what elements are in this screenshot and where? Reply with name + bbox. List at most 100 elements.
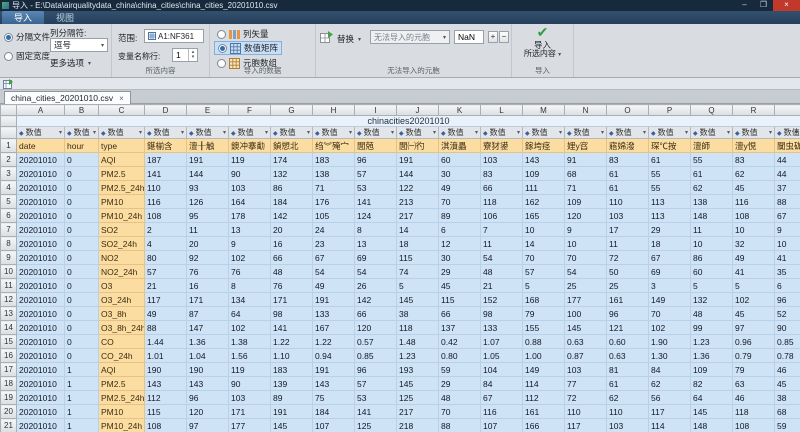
cell[interactable]: 83 xyxy=(607,153,649,167)
cell[interactable]: 142 xyxy=(271,209,313,223)
cell[interactable]: 0 xyxy=(65,349,99,363)
cell[interactable]: 145 xyxy=(397,377,439,391)
cell[interactable]: 142 xyxy=(355,293,397,307)
replace-value-input[interactable]: NaN xyxy=(454,30,484,44)
cell[interactable]: 103 xyxy=(229,181,271,195)
replace-dropdown[interactable]: 替换 ▾ xyxy=(337,33,361,45)
cell[interactable]: 49 xyxy=(439,181,481,195)
cell[interactable]: 171 xyxy=(229,405,271,419)
cell[interactable]: 178 xyxy=(229,209,271,223)
row-header[interactable]: 14 xyxy=(1,321,17,335)
column-header[interactable]: L xyxy=(481,105,523,116)
cell[interactable]: 娌у窞 xyxy=(565,139,607,153)
cell[interactable]: 66 xyxy=(355,307,397,321)
cell[interactable]: 1.36 xyxy=(187,335,229,349)
cell[interactable]: NO2_24h xyxy=(99,265,145,279)
cell[interactable]: 120 xyxy=(187,405,229,419)
cell[interactable]: 103 xyxy=(481,153,523,167)
cell[interactable]: 10 xyxy=(523,223,565,237)
cell[interactable]: 96 xyxy=(355,153,397,167)
cell[interactable]: 64 xyxy=(229,307,271,321)
cell[interactable]: 103 xyxy=(229,391,271,405)
cell[interactable]: 165 xyxy=(523,209,565,223)
cell[interactable]: 11 xyxy=(481,237,523,251)
column-header[interactable]: I xyxy=(355,105,397,116)
cell[interactable]: 1.04 xyxy=(187,349,229,363)
cell[interactable]: 166 xyxy=(523,419,565,432)
cell[interactable]: 49 xyxy=(313,279,355,293)
cell[interactable]: 108 xyxy=(145,419,187,432)
tab-view[interactable]: 视图 xyxy=(44,11,86,24)
cell[interactable]: 20201010 xyxy=(17,307,65,321)
cell[interactable]: 1.22 xyxy=(271,335,313,349)
cell[interactable]: 113 xyxy=(649,195,691,209)
cell[interactable]: 澶╂触 xyxy=(187,139,229,153)
cell[interactable]: 168 xyxy=(523,293,565,307)
range-combo[interactable]: A1:NF361 xyxy=(144,29,204,43)
cell[interactable]: 57 xyxy=(145,265,187,279)
cell[interactable]: 20201010 xyxy=(17,363,65,377)
cell[interactable]: 1.30 xyxy=(649,349,691,363)
cell[interactable]: 103 xyxy=(607,209,649,223)
cell[interactable]: 191 xyxy=(397,153,439,167)
cell[interactable]: 21 xyxy=(145,279,187,293)
cell[interactable]: 145 xyxy=(397,293,439,307)
document-tab[interactable]: china_cities_20201010.csv × xyxy=(4,91,131,104)
cell[interactable]: 84 xyxy=(481,377,523,391)
row-header[interactable]: 9 xyxy=(1,251,17,265)
cell[interactable]: 133 xyxy=(481,321,523,335)
cell[interactable]: 20201010 xyxy=(17,335,65,349)
delimiter-dropdown[interactable]: 逗号 ▾ xyxy=(50,38,108,52)
column-type-selector[interactable]: ◆▾数值 xyxy=(187,127,229,139)
cell[interactable]: 102 xyxy=(649,321,691,335)
row-header[interactable]: 2 xyxy=(1,153,17,167)
cell[interactable]: 17 xyxy=(607,223,649,237)
cell[interactable]: 21 xyxy=(481,279,523,293)
cell[interactable]: 57 xyxy=(355,167,397,181)
cell[interactable]: 190 xyxy=(187,363,229,377)
cell[interactable]: 20201010 xyxy=(17,349,65,363)
cell[interactable]: 96 xyxy=(607,307,649,321)
cell[interactable]: 116 xyxy=(481,405,523,419)
cell[interactable]: 144 xyxy=(187,167,229,181)
cell[interactable]: 88 xyxy=(439,419,481,432)
cell[interactable]: 9 xyxy=(229,237,271,251)
cell[interactable]: 45 xyxy=(775,377,800,391)
cell[interactable]: 62 xyxy=(649,377,691,391)
cell[interactable]: 鍞愬北 xyxy=(271,139,313,153)
cell[interactable]: 1.56 xyxy=(229,349,271,363)
cell[interactable]: 72 xyxy=(565,391,607,405)
column-type-selector[interactable]: ◆▾数值 xyxy=(17,127,65,139)
cell[interactable]: 109 xyxy=(523,167,565,181)
cell[interactable]: 37 xyxy=(775,181,800,195)
cell[interactable]: 77 xyxy=(565,377,607,391)
cell[interactable]: 20201010 xyxy=(17,223,65,237)
cell[interactable]: 106 xyxy=(481,209,523,223)
cell[interactable]: 117 xyxy=(649,405,691,419)
row-header[interactable]: 16 xyxy=(1,349,17,363)
cell[interactable]: 0 xyxy=(65,167,99,181)
cell[interactable]: 11 xyxy=(691,223,733,237)
cell[interactable]: 49 xyxy=(145,307,187,321)
cell[interactable]: 46 xyxy=(733,391,775,405)
cell[interactable]: 10 xyxy=(733,223,775,237)
cell[interactable]: 97 xyxy=(733,321,775,335)
cell[interactable]: 96 xyxy=(775,293,800,307)
column-header[interactable]: F xyxy=(229,105,271,116)
cell[interactable]: 55 xyxy=(691,153,733,167)
cell[interactable]: 0.85 xyxy=(355,349,397,363)
cell[interactable]: 90 xyxy=(229,167,271,181)
cell[interactable]: 67 xyxy=(481,391,523,405)
column-type-selector[interactable]: ◆▾数值 xyxy=(775,127,800,139)
cell[interactable]: 115 xyxy=(397,251,439,265)
cell[interactable]: 20201010 xyxy=(17,237,65,251)
column-header[interactable] xyxy=(775,105,800,116)
cell[interactable]: 83 xyxy=(481,167,523,181)
cell[interactable]: 83 xyxy=(733,153,775,167)
cell[interactable]: 80 xyxy=(145,251,187,265)
cell[interactable]: 110 xyxy=(607,405,649,419)
cell[interactable]: 66 xyxy=(481,181,523,195)
cell[interactable]: 70 xyxy=(439,195,481,209)
cell[interactable]: 105 xyxy=(313,209,355,223)
cell[interactable]: 20201010 xyxy=(17,279,65,293)
